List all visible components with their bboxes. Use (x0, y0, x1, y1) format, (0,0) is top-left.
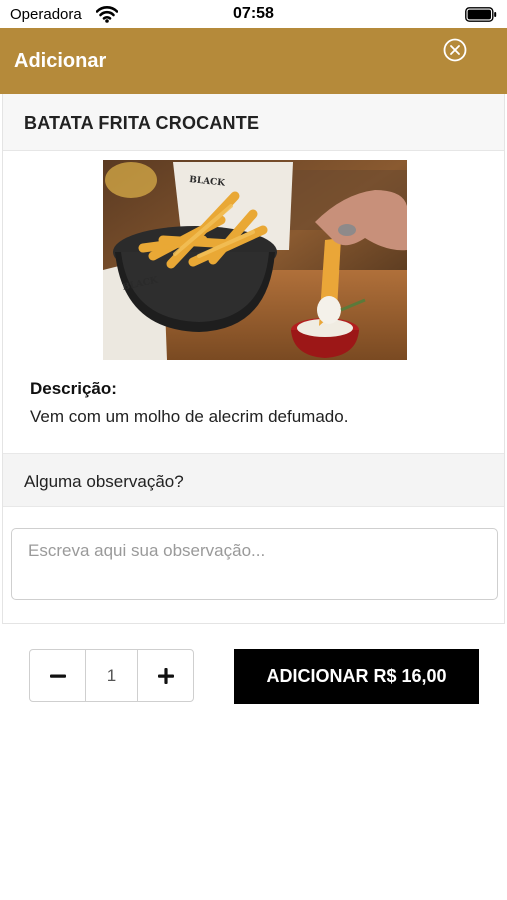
battery-icon (465, 7, 497, 22)
increment-button[interactable] (137, 650, 193, 701)
description-text: Vem com um molho de alecrim defumado. (30, 407, 349, 426)
header-title: Adicionar (14, 50, 107, 72)
add-to-cart-button[interactable]: ADICIONAR R$ 16,00 (234, 649, 479, 704)
description-label: Descrição: (30, 379, 117, 398)
modal-header: Adicionar (0, 28, 507, 94)
quantity-value: 1 (106, 666, 117, 685)
product-image: BLACK BLACK (103, 160, 407, 360)
close-icon[interactable] (443, 38, 467, 62)
observation-label: Alguma observação? (24, 472, 184, 491)
product-title-bar: BATATA FRITA CROCANTE (3, 94, 504, 151)
observation-section-header: Alguma observação? (3, 453, 504, 507)
product-name: BATATA FRITA CROCANTE (24, 113, 260, 133)
status-time: 07:58 (233, 5, 274, 22)
plus-icon (157, 667, 175, 685)
quantity-stepper: 1 (29, 649, 194, 702)
product-card: BATATA FRITA CROCANTE BLACK BLACK Descri… (2, 94, 505, 624)
observation-input[interactable] (11, 528, 498, 600)
minus-icon (49, 667, 67, 685)
status-bar: Operadora 07:58 (0, 0, 507, 28)
decrement-button[interactable] (30, 650, 86, 701)
